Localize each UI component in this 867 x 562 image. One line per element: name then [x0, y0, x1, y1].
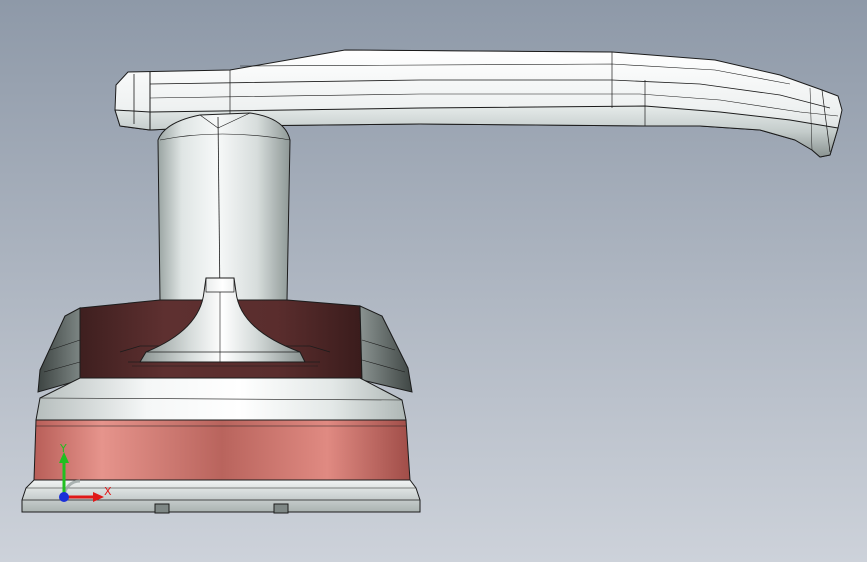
origin-point: [59, 492, 69, 502]
handle-neck[interactable]: [157, 112, 291, 301]
coordinate-triad: Y X: [59, 442, 112, 502]
y-axis-label: Y: [59, 442, 67, 455]
x-axis-label: X: [104, 485, 112, 498]
graphics-viewport[interactable]: Y X: [0, 0, 867, 562]
base-slot-left: [154, 503, 170, 514]
base-slot-right: [273, 503, 289, 514]
cad-model-view[interactable]: [0, 0, 867, 562]
